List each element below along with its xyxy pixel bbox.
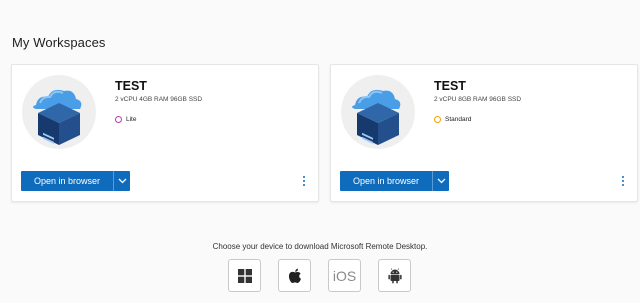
page-title: My Workspaces <box>12 35 106 50</box>
open-in-browser-group: Open in browser <box>21 171 130 191</box>
windows-icon <box>237 268 252 283</box>
more-dot <box>622 184 624 186</box>
chevron-down-icon <box>118 178 126 184</box>
open-options-button[interactable] <box>432 171 449 191</box>
workspace-specs: 2 vCPU 4GB RAM 96GB SSD <box>115 96 203 103</box>
plan-label: Standard <box>445 116 472 123</box>
cloud-pc-icon <box>22 75 96 149</box>
workspace-plan: Standard <box>434 116 471 123</box>
cloud-pc-icon <box>341 75 415 149</box>
download-instructions: Choose your device to download Microsoft… <box>212 242 428 251</box>
plan-status-icon <box>115 116 122 123</box>
open-options-button[interactable] <box>113 171 130 191</box>
more-dot <box>303 184 305 186</box>
workspace-plan: Lite <box>115 116 136 123</box>
more-options-button[interactable] <box>300 173 308 189</box>
workspace-name: TEST <box>434 79 466 93</box>
more-options-button[interactable] <box>619 173 627 189</box>
more-dot <box>303 176 305 178</box>
plan-status-icon <box>434 116 441 123</box>
more-dot <box>622 180 624 182</box>
open-in-browser-group: Open in browser <box>340 171 449 191</box>
device-download-list: iOS <box>228 259 411 292</box>
open-in-browser-button[interactable]: Open in browser <box>340 171 432 191</box>
apple-icon <box>288 268 301 283</box>
more-dot <box>622 176 624 178</box>
open-in-browser-button[interactable]: Open in browser <box>21 171 113 191</box>
ios-icon: iOS <box>332 267 357 284</box>
ios-download-button[interactable]: iOS <box>328 259 361 292</box>
mac-download-button[interactable] <box>278 259 311 292</box>
workspace-card: TEST 2 vCPU 8GB RAM 96GB SSD Standard Op… <box>330 64 638 202</box>
workspace-specs: 2 vCPU 8GB RAM 96GB SSD <box>434 96 522 103</box>
windows-download-button[interactable] <box>228 259 261 292</box>
workspace-card: TEST 2 vCPU 4GB RAM 96GB SSD Lite Open i… <box>11 64 319 202</box>
more-dot <box>303 180 305 182</box>
plan-label: Lite <box>126 116 137 123</box>
android-icon <box>387 267 402 283</box>
chevron-down-icon <box>437 178 445 184</box>
workspace-name: TEST <box>115 79 147 93</box>
android-download-button[interactable] <box>378 259 411 292</box>
